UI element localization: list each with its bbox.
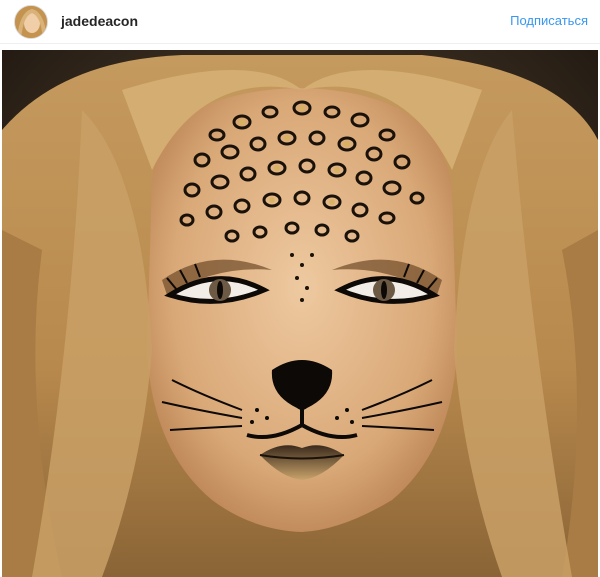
leopard-makeup-photo <box>2 50 598 577</box>
post-image[interactable] <box>2 50 598 577</box>
username-link[interactable]: jadedeacon <box>61 13 138 29</box>
post-header: jadedeacon Подписаться <box>0 0 600 44</box>
follow-button[interactable]: Подписаться <box>510 13 588 28</box>
avatar-photo-icon <box>15 6 47 38</box>
avatar[interactable] <box>14 5 48 39</box>
instagram-post: jadedeacon Подписаться <box>0 0 600 577</box>
